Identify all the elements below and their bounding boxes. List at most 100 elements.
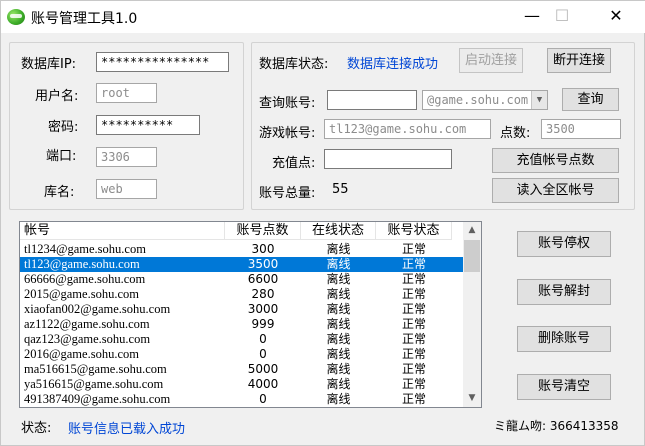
table-row[interactable]: 2015@game.sohu.com 280 离线 正常 [20,287,463,302]
disable-account-button[interactable]: 账号停权 [517,231,611,257]
cell-account-status: 正常 [401,302,426,316]
game-account-field[interactable]: tl123@game.sohu.com [324,119,491,139]
recharge-input[interactable] [324,149,452,169]
query-account-label: 查询账号: [259,96,316,111]
cell-points: 6600 [247,272,279,286]
total-value: 55 [332,182,349,197]
table-row[interactable]: ma516615@game.sohu.com 5000 离线 正常 [20,362,463,377]
db-name-label: 库名: [44,185,75,200]
delete-account-button[interactable]: 删除账号 [517,326,611,352]
chevron-down-icon[interactable]: ▼ [531,91,547,109]
cell-account: ma516615@game.sohu.com [24,362,167,376]
domain-select[interactable]: @game.sohu.com ▼ [422,90,548,110]
cell-account-status: 正常 [401,257,426,271]
cell-account-status: 正常 [401,287,426,301]
clear-accounts-button[interactable]: 账号清空 [517,374,611,400]
db-password-field[interactable]: ********** [96,115,200,135]
cell-points: 300 [251,242,275,256]
cell-points: 4000 [247,377,279,391]
cell-account: qaz123@game.sohu.com [24,332,151,346]
recharge-button[interactable]: 充值帐号点数 [492,148,619,173]
scroll-thumb[interactable] [464,240,480,272]
status-label: 状态: [21,421,52,436]
db-port-label: 端口: [46,149,77,164]
column-header-account[interactable]: 帐号 [20,222,225,240]
cell-online-status: 离线 [326,287,351,301]
cell-points: 0 [259,392,267,406]
cell-points: 999 [251,317,275,331]
column-header-status[interactable]: 账号状态 [376,222,452,240]
db-port-field[interactable]: 3306 [96,147,157,167]
cell-account: tl123@game.sohu.com [24,257,140,271]
unban-account-button[interactable]: 账号解封 [517,279,611,305]
cell-account: 491387409@game.sohu.com [24,392,171,406]
cell-online-status: 离线 [326,332,351,346]
total-label: 账号总量: [259,186,316,201]
cell-points: 0 [259,332,267,346]
load-all-button[interactable]: 读入全区帐号 [492,178,619,203]
domain-select-value: @game.sohu.com [427,93,529,107]
cell-online-status: 离线 [326,392,351,406]
scroll-up-icon[interactable]: ▲ [463,222,481,239]
db-password-label: 密码: [48,120,79,135]
db-user-field[interactable]: root [96,83,157,103]
db-ip-field[interactable]: *************** [96,52,229,72]
cell-account-status: 正常 [401,392,426,406]
contact-info: ミ龍ム吻: 366413358 [494,419,619,433]
cell-online-status: 离线 [326,377,351,391]
cell-points: 0 [259,347,267,361]
cell-points: 3500 [247,257,279,271]
cell-account: ya516615@game.sohu.com [24,377,164,391]
game-account-label: 游戏帐号: [259,126,316,141]
cell-account: 2016@game.sohu.com [24,347,139,361]
account-list[interactable]: 帐号 账号点数 在线状态 账号状态 tl1234@game.sohu.com 30… [19,221,482,408]
cell-online-status: 离线 [326,302,351,316]
points-field[interactable]: 3500 [541,119,621,139]
table-row[interactable]: qaz123@game.sohu.com 0 离线 正常 [20,332,463,347]
cell-account-status: 正常 [401,272,426,286]
column-header-online[interactable]: 在线状态 [301,222,376,240]
title-bar: 账号管理工具1.0 — ☐ ✕ [1,1,645,33]
table-row[interactable]: 2016@game.sohu.com 0 离线 正常 [20,347,463,362]
query-button[interactable]: 查询 [562,88,619,111]
db-status-label: 数据库状态: [259,57,329,72]
cell-account: 66666@game.sohu.com [24,272,146,286]
cell-account: tl1234@game.sohu.com [24,242,146,256]
db-name-field[interactable]: web [96,179,157,199]
scroll-down-icon[interactable]: ▼ [463,390,481,407]
table-row[interactable]: tl1234@game.sohu.com 300 离线 正常 [20,242,463,257]
column-header-points[interactable]: 账号点数 [225,222,301,240]
cell-account-status: 正常 [401,242,426,256]
connect-button[interactable]: 启动连接 [459,48,523,73]
disconnect-button[interactable]: 断开连接 [547,48,611,73]
window-title: 账号管理工具1.0 [31,11,138,27]
cell-points: 280 [251,287,275,301]
cell-account-status: 正常 [401,317,426,331]
close-icon[interactable]: ✕ [593,1,639,31]
table-row[interactable]: tl123@game.sohu.com 3500 离线 正常 [20,257,463,272]
green-sphere-icon [7,9,25,25]
cell-account-status: 正常 [401,347,426,361]
cell-online-status: 离线 [326,272,351,286]
table-row[interactable]: ya516615@game.sohu.com 4000 离线 正常 [20,377,463,392]
status-message: 账号信息已载入成功 [68,422,186,437]
vertical-scrollbar[interactable]: ▲ ▼ [463,222,481,407]
cell-points: 3000 [247,302,279,316]
cell-account: xiaofan002@game.sohu.com [24,302,171,316]
cell-online-status: 离线 [326,317,351,331]
cell-account-status: 正常 [401,362,426,376]
cell-online-status: 离线 [326,257,351,271]
maximize-icon[interactable]: ☐ [539,1,585,31]
cell-account: az1122@game.sohu.com [24,317,150,331]
cell-account: 2015@game.sohu.com [24,287,139,301]
cell-online-status: 离线 [326,242,351,256]
table-row[interactable]: 491387409@game.sohu.com 0 离线 正常 [20,392,463,407]
query-account-input[interactable] [327,90,417,110]
table-row[interactable]: xiaofan002@game.sohu.com 3000 离线 正常 [20,302,463,317]
db-user-label: 用户名: [35,89,79,104]
cell-online-status: 离线 [326,347,351,361]
points-label: 点数: [500,126,531,141]
table-row[interactable]: az1122@game.sohu.com 999 离线 正常 [20,317,463,332]
recharge-label: 充值点: [272,156,316,171]
table-row[interactable]: 66666@game.sohu.com 6600 离线 正常 [20,272,463,287]
